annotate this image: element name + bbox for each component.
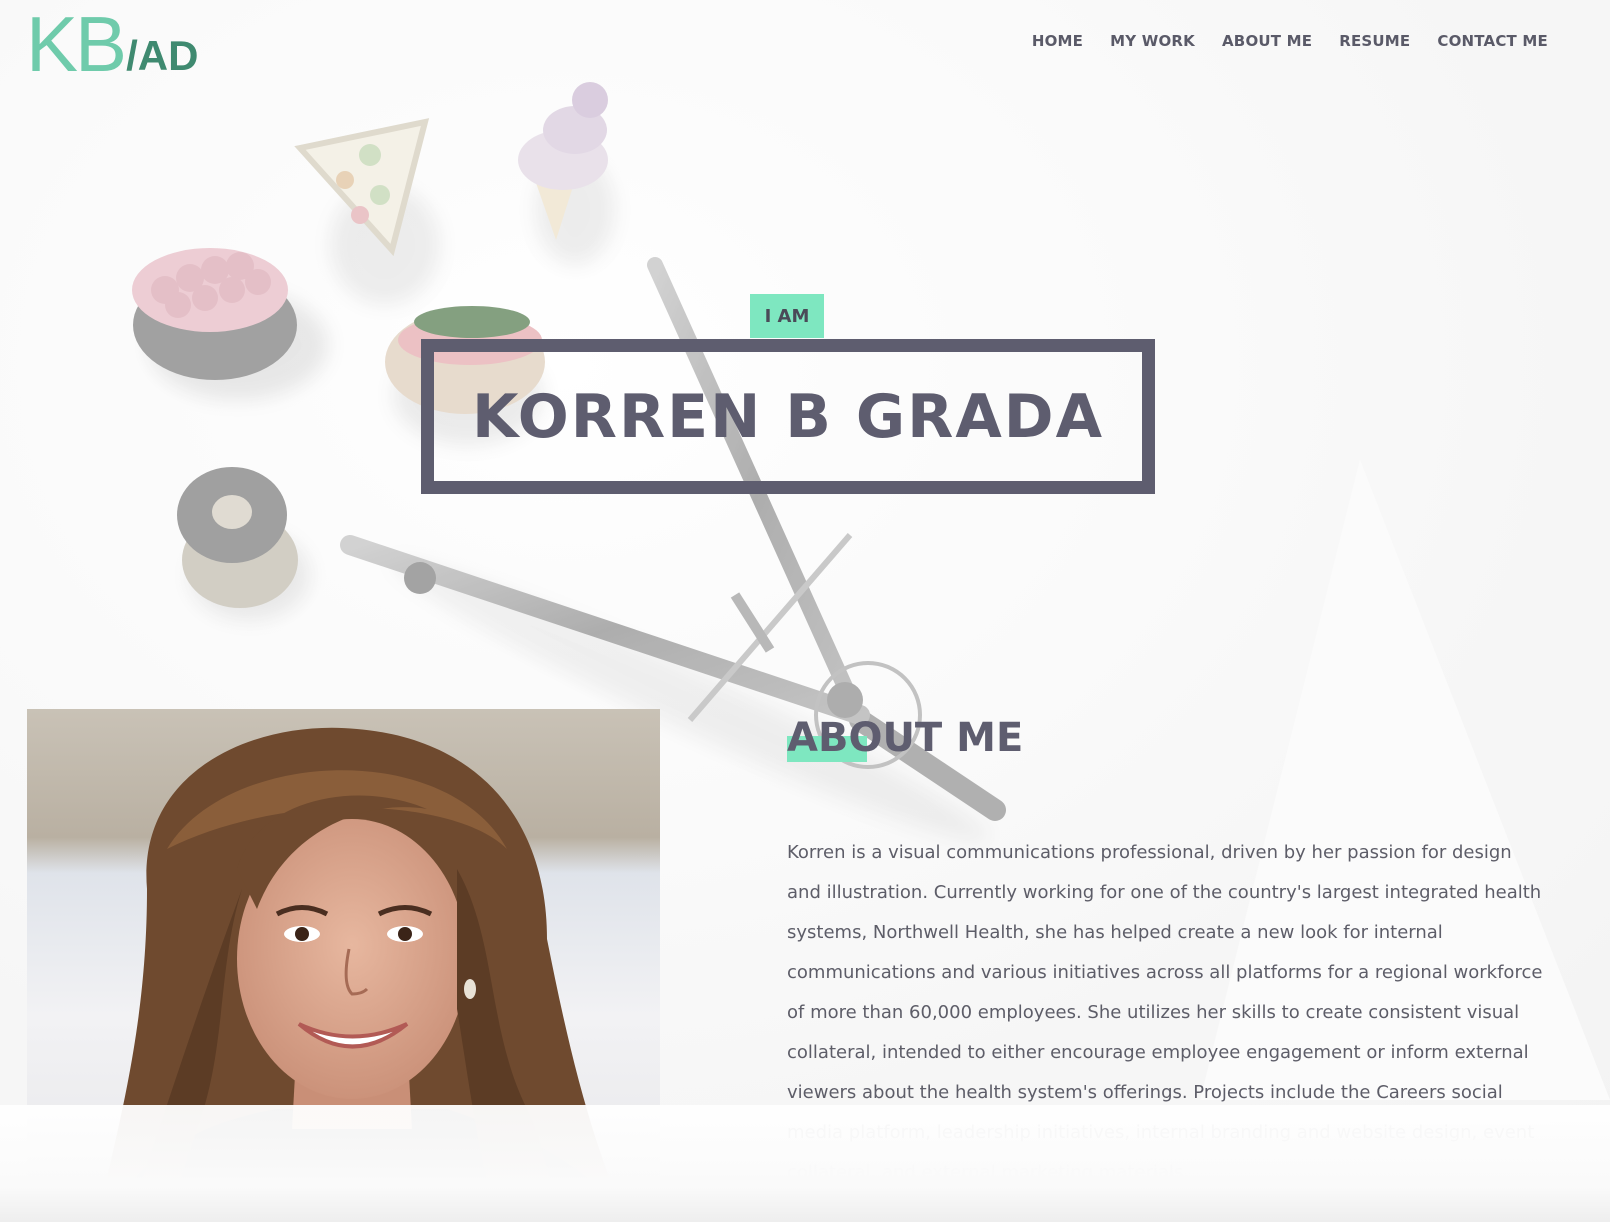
site-logo[interactable]: KB /AD	[26, 0, 199, 88]
main-nav: HOME MY WORK ABOUT ME RESUME CONTACT ME	[1032, 32, 1548, 50]
nav-about-me[interactable]: ABOUT ME	[1222, 32, 1312, 50]
name-frame: KORREN B GRADA	[421, 339, 1155, 494]
logo-suffix: /AD	[126, 32, 199, 79]
hero-name: KORREN B GRADA	[471, 381, 1105, 452]
i-am-badge: I AM	[750, 294, 824, 338]
logo-initials: KB	[26, 0, 127, 88]
nav-home[interactable]: HOME	[1032, 32, 1083, 50]
about-heading: ABOUT ME	[787, 715, 1024, 761]
nav-resume[interactable]: RESUME	[1339, 32, 1410, 50]
nav-contact-me[interactable]: CONTACT ME	[1437, 32, 1548, 50]
page: KB /AD HOME MY WORK ABOUT ME RESUME CONT…	[0, 0, 1610, 1222]
about-heading-wrap: ABOUT ME	[787, 712, 1023, 764]
bottom-fade	[0, 1105, 1610, 1222]
nav-my-work[interactable]: MY WORK	[1110, 32, 1195, 50]
